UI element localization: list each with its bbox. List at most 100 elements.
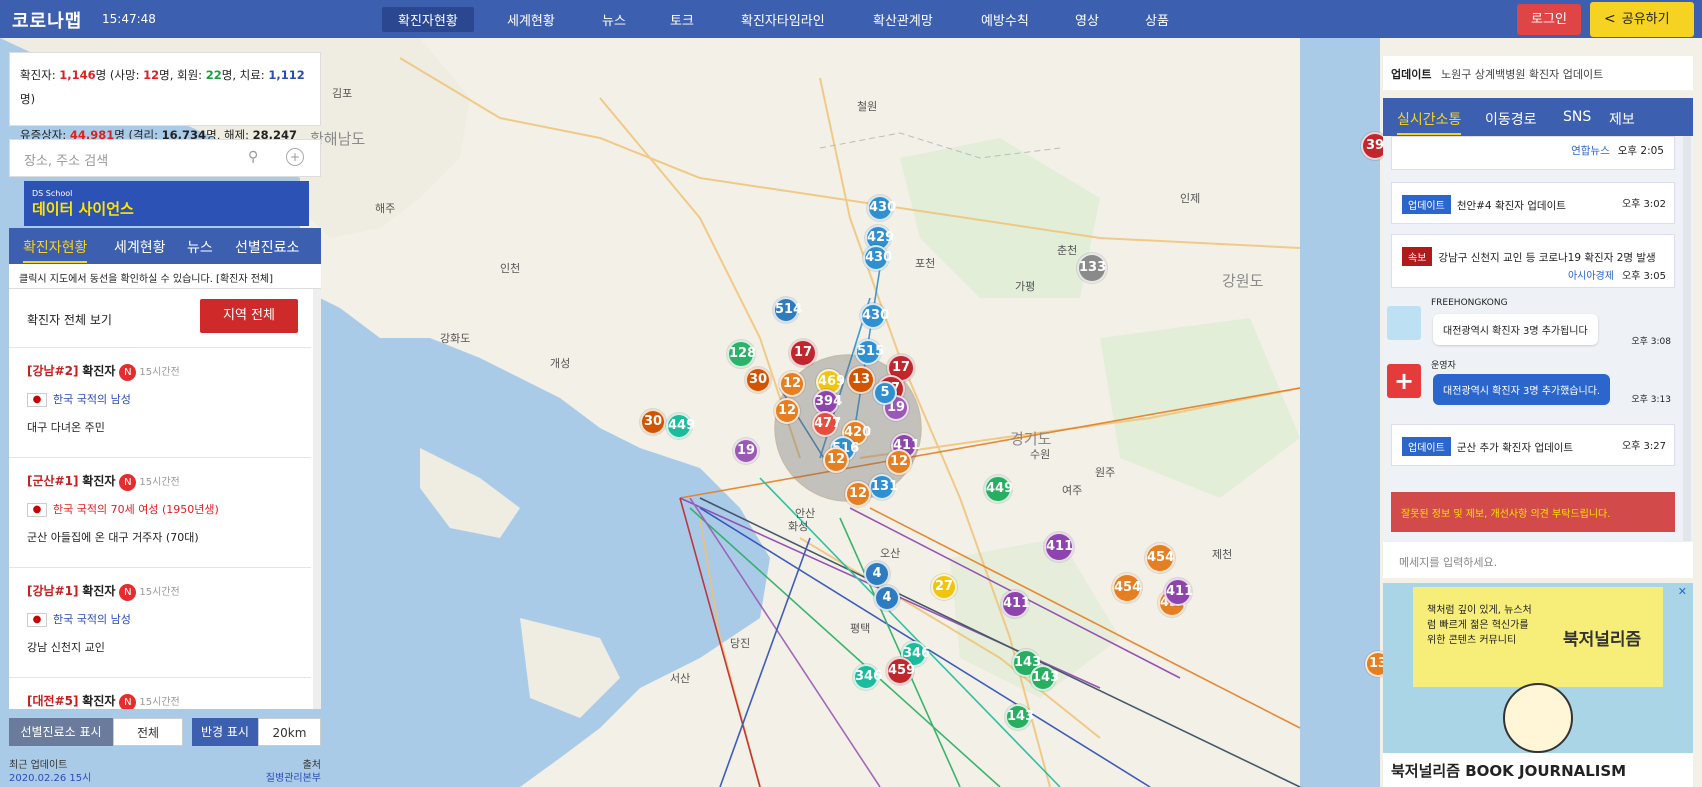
nav-tab-network[interactable]: 확산관계망 bbox=[873, 10, 933, 29]
nav-tab-goods[interactable]: 상품 bbox=[1145, 10, 1169, 29]
clock: 15:47:48 bbox=[102, 12, 156, 26]
case-cluster-marker[interactable]: 411 bbox=[1164, 578, 1193, 606]
case-item[interactable]: [강남#1] 확진자 N 15시간전 ● 한국 국적의 남성 강남 신천지 교인 bbox=[9, 567, 311, 677]
case-cluster-marker[interactable]: 515 bbox=[855, 339, 884, 365]
case-cluster-marker[interactable]: 131 bbox=[869, 474, 898, 500]
case-cluster-marker[interactable]: 411 bbox=[1001, 590, 1030, 618]
tab-report[interactable]: 제보 bbox=[1609, 109, 1635, 129]
map-place-label: 춘천 bbox=[1057, 244, 1078, 257]
case-cluster-marker[interactable]: 27 bbox=[931, 574, 957, 600]
feed-item[interactable]: 업데이트 천안#4 확진자 업데이트 오후 3:02 bbox=[1391, 182, 1675, 224]
search-icon[interactable]: ⚲ bbox=[248, 149, 258, 165]
feed-item[interactable]: 업데이트 군산 추가 확진자 업데이트 오후 3:27 bbox=[1391, 424, 1675, 466]
case-item[interactable]: [강남#2] 확진자 N 15시간전 ● 한국 국적의 남성 대구 다녀온 주민 bbox=[9, 347, 311, 457]
case-cluster-marker[interactable]: 143 bbox=[1030, 665, 1059, 691]
case-item[interactable]: [대전#5] 확진자N15시간전● bbox=[9, 677, 311, 709]
share-button[interactable]: < 공유하기 bbox=[1590, 2, 1694, 37]
case-cluster-marker[interactable]: 454 bbox=[1145, 543, 1175, 573]
case-cluster-marker[interactable]: 13 bbox=[847, 366, 875, 394]
case-cluster-marker[interactable]: 12 bbox=[845, 481, 871, 507]
ad-close-icon[interactable]: ✕ bbox=[1678, 585, 1687, 598]
update-banner[interactable]: 업데이트 노원구 상계백병원 확진자 업데이트 bbox=[1383, 56, 1693, 90]
app-logo[interactable]: 코로나맵 bbox=[12, 7, 82, 33]
live-feed[interactable]: 연합뉴스 오후 2:05 업데이트 천안#4 확진자 업데이트 오후 3:02 속보 강… bbox=[1383, 136, 1693, 541]
case-cluster-marker[interactable]: 449 bbox=[666, 413, 695, 439]
radius-select[interactable]: 20km bbox=[258, 718, 321, 746]
new-badge: N bbox=[119, 694, 137, 709]
case-desc: 대구 다녀온 주민 bbox=[27, 421, 105, 434]
nav-tab-timeline[interactable]: 확진자타임라인 bbox=[741, 10, 825, 29]
feed-item[interactable]: 연합뉴스 오후 2:05 bbox=[1391, 136, 1675, 170]
tab-route[interactable]: 이동경로 bbox=[1485, 109, 1537, 129]
map-place-label: 철원 bbox=[857, 100, 878, 113]
tab-live-chat[interactable]: 실시간소통 bbox=[1397, 109, 1462, 135]
ad-copy: 책처럼 깊이 있게, 뉴스처럼 빠르게 젊은 혁신가를 위한 콘텐츠 커뮤니티 bbox=[1427, 605, 1532, 646]
feed-scrollbar[interactable] bbox=[1683, 136, 1691, 541]
case-item[interactable]: [군산#1] 확진자 N 15시간전 ● 한국 국적의 70세 여성 (1950년생) 군… bbox=[9, 457, 311, 567]
case-cluster-marker[interactable]: 454 bbox=[1112, 573, 1142, 603]
report-banner[interactable]: 잘못된 정보 및 제보, 개선사항 의견 부탁드립니다. bbox=[1391, 492, 1675, 532]
banner-ad[interactable]: DS School 데이터 사이언스 bbox=[24, 181, 309, 226]
case-cluster-marker[interactable]: 459 bbox=[886, 657, 915, 685]
user-avatar bbox=[1387, 306, 1421, 340]
case-cluster-marker[interactable]: 411 bbox=[1044, 532, 1074, 562]
case-cluster-marker[interactable]: 514 bbox=[773, 297, 802, 323]
case-cluster-marker[interactable]: 5 bbox=[873, 381, 897, 405]
tab-clinic[interactable]: 선별진료소 bbox=[235, 237, 299, 257]
tab-status[interactable]: 확진자현황 bbox=[23, 237, 88, 263]
case-cluster-marker[interactable]: 30 bbox=[745, 367, 771, 393]
case-cluster-marker[interactable]: 4 bbox=[864, 561, 890, 587]
case-cluster-marker[interactable]: 12 bbox=[774, 398, 800, 424]
case-cluster-marker[interactable]: 133 bbox=[1077, 253, 1107, 283]
side-ad[interactable]: 책처럼 깊이 있게, 뉴스처럼 빠르게 젊은 혁신가를 위한 콘텐츠 커뮤니티 … bbox=[1383, 583, 1693, 787]
case-cluster-marker[interactable]: 128 bbox=[727, 340, 756, 368]
case-cluster-marker[interactable]: 17 bbox=[789, 339, 817, 367]
scrollbar[interactable] bbox=[313, 289, 321, 709]
nav-tab-talk[interactable]: 토크 bbox=[670, 10, 694, 29]
case-cluster-marker[interactable]: 19 bbox=[733, 438, 759, 464]
case-cluster-marker[interactable]: 449 bbox=[984, 475, 1013, 503]
case-title: [강남#1] 확진자 N 15시간전 bbox=[27, 582, 293, 601]
region-all-button[interactable]: 지역 전체 bbox=[200, 299, 298, 333]
case-title: [대전#5] 확진자 N 15시간전 bbox=[27, 692, 293, 709]
ad-title: 데이터 사이언스 bbox=[32, 200, 134, 218]
feed-text: 군산 추가 확진자 업데이트 bbox=[1456, 442, 1574, 454]
tab-sns[interactable]: SNS bbox=[1563, 109, 1591, 125]
confirmed-count: 1,146 bbox=[59, 68, 96, 82]
tab-news[interactable]: 뉴스 bbox=[187, 237, 213, 257]
locate-icon[interactable]: + bbox=[286, 148, 304, 166]
case-cluster-marker[interactable]: 430 bbox=[867, 195, 896, 221]
map-place-label: 강화도 bbox=[440, 332, 471, 345]
clinic-select[interactable]: 전체 bbox=[113, 718, 183, 746]
nav-tab-status[interactable]: 확진자현황 bbox=[382, 7, 474, 32]
nav-tab-news[interactable]: 뉴스 bbox=[602, 10, 626, 29]
new-badge: N bbox=[119, 584, 137, 601]
message-input[interactable]: 메세지를 입력하세요. bbox=[1383, 542, 1693, 578]
case-cluster-marker[interactable]: 12 bbox=[779, 371, 805, 397]
case-list[interactable]: 확진자 전체 보기 지역 전체 [강남#2] 확진자 N 15시간전 ● 한국 국적의 … bbox=[9, 289, 321, 709]
case-cluster-marker[interactable]: 430 bbox=[863, 245, 892, 271]
case-cluster-marker[interactable]: 346 bbox=[853, 664, 882, 690]
nav-tab-world[interactable]: 세계현황 bbox=[507, 10, 555, 29]
korea-flag-icon: ● bbox=[27, 502, 47, 517]
case-cluster-marker[interactable]: 430 bbox=[860, 303, 889, 329]
tab-world[interactable]: 세계현황 bbox=[114, 237, 166, 257]
radius-toggle-label[interactable]: 반경 표시 bbox=[192, 718, 258, 746]
search-box[interactable]: 장소, 주소 검색 ⚲ + bbox=[9, 139, 321, 177]
nav-tab-prevention[interactable]: 예방수칙 bbox=[981, 10, 1029, 29]
ad-billboard: 책처럼 깊이 있게, 뉴스처럼 빠르게 젊은 혁신가를 위한 콘텐츠 커뮤니티 … bbox=[1413, 587, 1663, 687]
case-cluster-marker[interactable]: 12 bbox=[886, 449, 912, 475]
case-cluster-marker[interactable]: 30 bbox=[640, 409, 666, 435]
clinic-toggle-label[interactable]: 선별진료소 표시 bbox=[9, 718, 113, 746]
map-place-label: 서산 bbox=[670, 672, 691, 685]
feed-tag: 속보 bbox=[1402, 247, 1433, 266]
case-cluster-marker[interactable]: 143 bbox=[1005, 704, 1034, 730]
case-cluster-marker[interactable]: 477 bbox=[812, 411, 841, 437]
case-cluster-marker[interactable]: 12 bbox=[823, 447, 849, 473]
case-id: [강남#2] bbox=[27, 364, 79, 378]
case-cluster-marker[interactable]: 4 bbox=[874, 585, 900, 611]
search-input[interactable]: 장소, 주소 검색 bbox=[24, 154, 108, 169]
feed-item[interactable]: 속보 강남구 신천지 교인 등 코로나19 확진자 2명 발생 아시아경제 오후 3… bbox=[1391, 234, 1675, 288]
login-button[interactable]: 로그인 bbox=[1517, 4, 1581, 35]
nav-tab-video[interactable]: 영상 bbox=[1075, 10, 1099, 29]
